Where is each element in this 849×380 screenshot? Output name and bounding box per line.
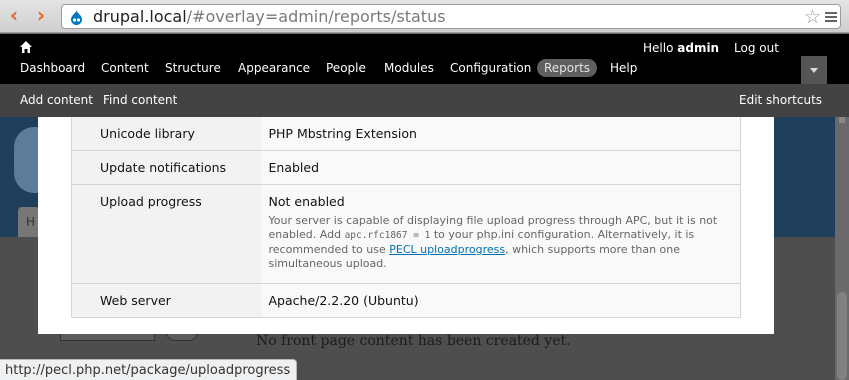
row-label: Upload progress <box>71 184 262 284</box>
url-text[interactable]: drupal.local/#overlay=admin/reports/stat… <box>93 7 446 27</box>
row-value: PHP Mbstring Extension <box>261 117 741 151</box>
background-logo <box>14 127 40 193</box>
browser-toolbar: ‹ › drupal.local/#overlay=admin/reports/… <box>0 0 849 33</box>
menu-item-people[interactable]: People <box>319 59 373 77</box>
scroll-arrow-icon[interactable] <box>839 117 845 123</box>
row-label: Unicode library <box>71 117 262 151</box>
username-link[interactable]: admin <box>677 41 719 55</box>
link-status-bar: http://pecl.php.net/package/uploadprogre… <box>0 359 298 380</box>
user-greeting: Hello admin <box>643 41 719 55</box>
menu-item-content[interactable]: Content <box>94 59 156 77</box>
row-label: Update notifications <box>71 150 262 185</box>
background-empty-text: No front page content has been created y… <box>256 333 571 349</box>
greeting-text: Hello <box>643 41 674 55</box>
status-report-overlay: Unicode library PHP Mbstring Extension U… <box>38 117 774 334</box>
screen: ‹ › drupal.local/#overlay=admin/reports/… <box>0 0 849 380</box>
table-row: Upload progress Not enabled Your server … <box>71 184 741 284</box>
menu-item-reports[interactable]: Reports <box>537 59 598 77</box>
home-icon[interactable] <box>19 40 33 54</box>
menu-item-dashboard[interactable]: Dashboard <box>13 59 92 77</box>
url-host: drupal.local <box>93 7 187 26</box>
pecl-uploadprogress-link[interactable]: PECL uploadprogress <box>389 243 505 256</box>
shortcuts-toggle-button[interactable] <box>801 56 827 84</box>
row-value: Apache/2.2.20 (Ubuntu) <box>261 283 741 318</box>
admin-toolbar: Hello admin Log out Dashboard Content St… <box>0 34 849 84</box>
background-tab: H <box>18 207 40 237</box>
menu-item-configuration[interactable]: Configuration <box>443 59 538 77</box>
menu-item-appearance[interactable]: Appearance <box>231 59 317 77</box>
browser-menu-icon[interactable] <box>824 9 838 25</box>
chevron-left-icon[interactable]: ‹ <box>4 5 24 25</box>
row-value: Not enabled Your server is capable of di… <box>261 184 741 284</box>
address-bar[interactable]: drupal.local/#overlay=admin/reports/stat… <box>61 4 841 29</box>
status-report-table: Unicode library PHP Mbstring Extension U… <box>71 117 741 318</box>
menu-item-structure[interactable]: Structure <box>158 59 228 77</box>
add-content-link[interactable]: Add content <box>20 93 93 107</box>
drupal-favicon-icon <box>71 10 82 25</box>
logout-link[interactable]: Log out <box>734 41 779 55</box>
menu-item-help[interactable]: Help <box>603 59 644 77</box>
caret-down-icon <box>810 68 818 73</box>
bookmark-star-icon[interactable]: ☆ <box>804 6 821 28</box>
row-value: Enabled <box>261 150 741 185</box>
scrollbar-thumb[interactable] <box>837 292 847 380</box>
row-description: Your server is capable of displaying fil… <box>269 214 741 283</box>
page-scrollbar[interactable] <box>835 117 849 380</box>
table-row: Update notifications Enabled <box>71 150 741 185</box>
table-row: Web server Apache/2.2.20 (Ubuntu) <box>71 283 741 318</box>
shortcuts-bar: Add content Find content Edit shortcuts <box>0 84 849 117</box>
edit-shortcuts-link[interactable]: Edit shortcuts <box>739 93 822 107</box>
find-content-link[interactable]: Find content <box>103 93 177 107</box>
menu-item-modules[interactable]: Modules <box>377 59 441 77</box>
chevron-right-icon[interactable]: › <box>31 5 51 25</box>
admin-menu: Dashboard Content Structure Appearance P… <box>0 59 849 79</box>
desc-code: apc.rfc1867 = 1 <box>344 230 431 241</box>
table-row: Unicode library PHP Mbstring Extension <box>71 117 741 151</box>
url-path: /#overlay=admin/reports/status <box>186 7 446 26</box>
row-label: Web server <box>71 283 262 318</box>
